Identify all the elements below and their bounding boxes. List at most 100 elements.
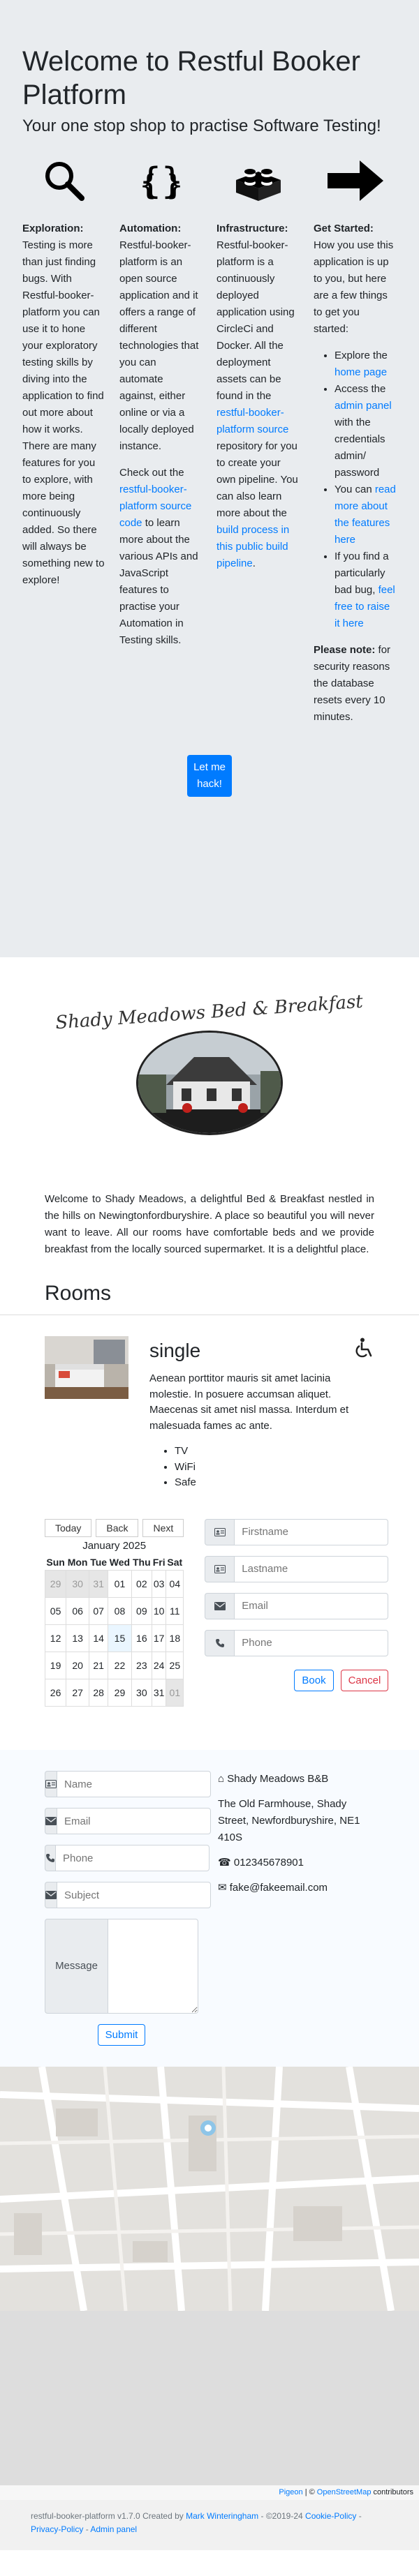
calendar-day-cell[interactable]: 25 bbox=[166, 1652, 184, 1679]
contact-email-group bbox=[45, 1808, 211, 1834]
calendar-day-cell[interactable]: 29 bbox=[44, 1570, 67, 1598]
firstname-input[interactable] bbox=[234, 1518, 389, 1545]
weekday-header: Sun bbox=[46, 1557, 65, 1568]
calendar-day-cell[interactable]: 30 bbox=[131, 1679, 152, 1707]
infrastructure-text-post: . bbox=[252, 557, 256, 569]
booking-section: Today Back Next January 2025 Sun Mon Tue We… bbox=[0, 1491, 419, 1707]
calendar-day-cell[interactable]: 19 bbox=[44, 1652, 67, 1679]
phone-icon: ☎ bbox=[218, 1857, 231, 1869]
let-me-hack-button[interactable]: Let me hack! bbox=[187, 755, 232, 797]
calendar-back-button[interactable]: Back bbox=[96, 1518, 139, 1537]
calendar-day-cell[interactable]: 01 bbox=[108, 1570, 132, 1598]
calendar-day-cell[interactable]: 27 bbox=[66, 1679, 90, 1707]
contact-subject-group bbox=[45, 1882, 211, 1908]
book-button[interactable]: Book bbox=[294, 1669, 334, 1691]
calendar-day-cell[interactable]: 28 bbox=[89, 1679, 109, 1707]
contact-phone-input[interactable] bbox=[55, 1845, 210, 1871]
business-email: fake@fakeemail.com bbox=[229, 1882, 328, 1894]
calendar-day-cell[interactable]: 17 bbox=[151, 1624, 167, 1652]
envelope-icon: ✉ bbox=[218, 1882, 227, 1894]
room-image bbox=[45, 1336, 128, 1399]
room-card: single Aenean porttitor mauris sit amet … bbox=[0, 1315, 419, 1491]
calendar-week-row: 05 06 07 08 09 10 11 bbox=[44, 1597, 184, 1625]
calendar-day-cell[interactable]: 02 bbox=[131, 1570, 152, 1598]
calendar-day-cell[interactable]: 18 bbox=[166, 1624, 184, 1652]
get-started-list: Explore the home page Access the admin p… bbox=[314, 347, 397, 632]
code-braces-icon: {}{ } bbox=[119, 156, 203, 205]
calendar-day-cell[interactable]: 04 bbox=[166, 1570, 184, 1598]
phone-icon bbox=[45, 1845, 55, 1871]
envelope-icon bbox=[205, 1592, 235, 1619]
exploration-text: Testing is more than just finding bugs. … bbox=[22, 239, 105, 586]
calendar-day-cell[interactable]: 01 bbox=[166, 1679, 184, 1707]
author-link[interactable]: Mark Winteringham bbox=[186, 2511, 258, 2521]
calendar-day-cell[interactable]: 07 bbox=[89, 1597, 109, 1625]
infrastructure-text-mid: repository for you to create your own pi… bbox=[216, 440, 298, 519]
contact-email-input[interactable] bbox=[57, 1808, 211, 1834]
page-subtitle: Your one stop shop to practise Software … bbox=[22, 117, 381, 135]
attribution-separator: | bbox=[304, 2488, 307, 2496]
cookie-policy-link[interactable]: Cookie-Policy bbox=[305, 2511, 356, 2521]
calendar-week-row: 29 30 31 01 02 03 04 bbox=[44, 1570, 184, 1598]
weekday-header: Thu bbox=[132, 1557, 151, 1568]
room-header: single bbox=[149, 1336, 374, 1365]
automation-heading: Automation: bbox=[119, 223, 182, 234]
calendar-day-cell[interactable]: 22 bbox=[108, 1652, 132, 1679]
page-title: Welcome to Restful Booker Platform bbox=[22, 46, 360, 110]
calendar-day-cell[interactable]: 09 bbox=[131, 1597, 152, 1625]
booking-email-input[interactable] bbox=[234, 1592, 389, 1619]
calendar-day-cell[interactable]: 21 bbox=[89, 1652, 109, 1679]
contact-subject-input[interactable] bbox=[57, 1882, 211, 1908]
calendar-day-cell[interactable]: 29 bbox=[108, 1679, 132, 1707]
contact-message-group: Message bbox=[45, 1919, 198, 2014]
exploration-column: Exploration: Testing is more than just f… bbox=[22, 156, 105, 735]
calendar-day-cell[interactable]: 05 bbox=[44, 1597, 67, 1625]
id-card-icon bbox=[205, 1555, 235, 1582]
submit-wrap: Submit bbox=[45, 2024, 198, 2046]
business-name: Shady Meadows B&B bbox=[227, 1773, 329, 1785]
map-attribution: Pigeon | © OpenStreetMap contributors bbox=[0, 2485, 419, 2500]
calendar-next-button[interactable]: Next bbox=[142, 1518, 184, 1537]
calendar-day-cell[interactable]: 12 bbox=[44, 1624, 67, 1652]
calendar-day-cell[interactable]: 23 bbox=[131, 1652, 152, 1679]
contact-phone-group bbox=[45, 1845, 210, 1871]
pigeon-link[interactable]: Pigeon bbox=[279, 2488, 302, 2496]
contact-message-input[interactable] bbox=[108, 1919, 198, 2014]
calendar-day-cell[interactable]: 03 bbox=[151, 1570, 167, 1598]
footer-text: restful-booker-platform v1.7.0 Created b… bbox=[31, 2510, 184, 2521]
calendar-day-cell[interactable]: 24 bbox=[151, 1652, 167, 1679]
calendar-day-cell[interactable]: 20 bbox=[66, 1652, 90, 1679]
privacy-policy-link[interactable]: Privacy-Policy bbox=[31, 2524, 83, 2534]
admin-panel-footer-link[interactable]: Admin panel bbox=[90, 2524, 137, 2534]
calendar-week-row: 26 27 28 29 30 31 01 bbox=[44, 1679, 184, 1707]
get-started-heading: Get Started: bbox=[314, 223, 374, 234]
calendar-day-cell[interactable]: 06 bbox=[66, 1597, 90, 1625]
location-map[interactable] bbox=[0, 2067, 419, 2311]
submit-button[interactable]: Submit bbox=[97, 2024, 146, 2046]
calendar-day-cell[interactable]: 26 bbox=[44, 1679, 67, 1707]
rooms-heading: Rooms bbox=[0, 1264, 419, 1315]
admin-panel-link[interactable]: admin panel bbox=[335, 400, 392, 412]
calendar-day-cell[interactable]: 14 bbox=[89, 1624, 109, 1652]
calendar-day-cell[interactable]: 13 bbox=[66, 1624, 90, 1652]
calendar-day-cell[interactable]: 15 bbox=[108, 1624, 132, 1652]
contact-name-input[interactable] bbox=[57, 1771, 211, 1797]
page-footer: restful-booker-platform v1.7.0 Created b… bbox=[0, 2499, 419, 2550]
calendar-day-cell[interactable]: 08 bbox=[108, 1597, 132, 1625]
cancel-button[interactable]: Cancel bbox=[340, 1669, 389, 1691]
source-repo-link[interactable]: restful-booker-platform source bbox=[216, 407, 288, 435]
calendar-day-cell[interactable]: 11 bbox=[166, 1597, 184, 1625]
booking-phone-input[interactable] bbox=[234, 1629, 389, 1656]
calendar-day-cell[interactable]: 16 bbox=[131, 1624, 152, 1652]
lastname-input[interactable] bbox=[234, 1555, 389, 1582]
calendar-day-cell[interactable]: 30 bbox=[66, 1570, 90, 1598]
calendar-today-button[interactable]: Today bbox=[45, 1518, 92, 1537]
calendar-day-cell[interactable]: 10 bbox=[151, 1597, 167, 1625]
footer-separator: - bbox=[85, 2524, 89, 2534]
calendar-day-cell[interactable]: 31 bbox=[89, 1570, 109, 1598]
home-page-link[interactable]: home page bbox=[335, 366, 387, 378]
automation-text: Restful-booker-platform is an open sourc… bbox=[119, 239, 199, 452]
list-item-text: Explore the bbox=[335, 350, 388, 361]
calendar-day-cell[interactable]: 31 bbox=[151, 1679, 167, 1707]
osm-link[interactable]: OpenStreetMap bbox=[317, 2488, 372, 2496]
